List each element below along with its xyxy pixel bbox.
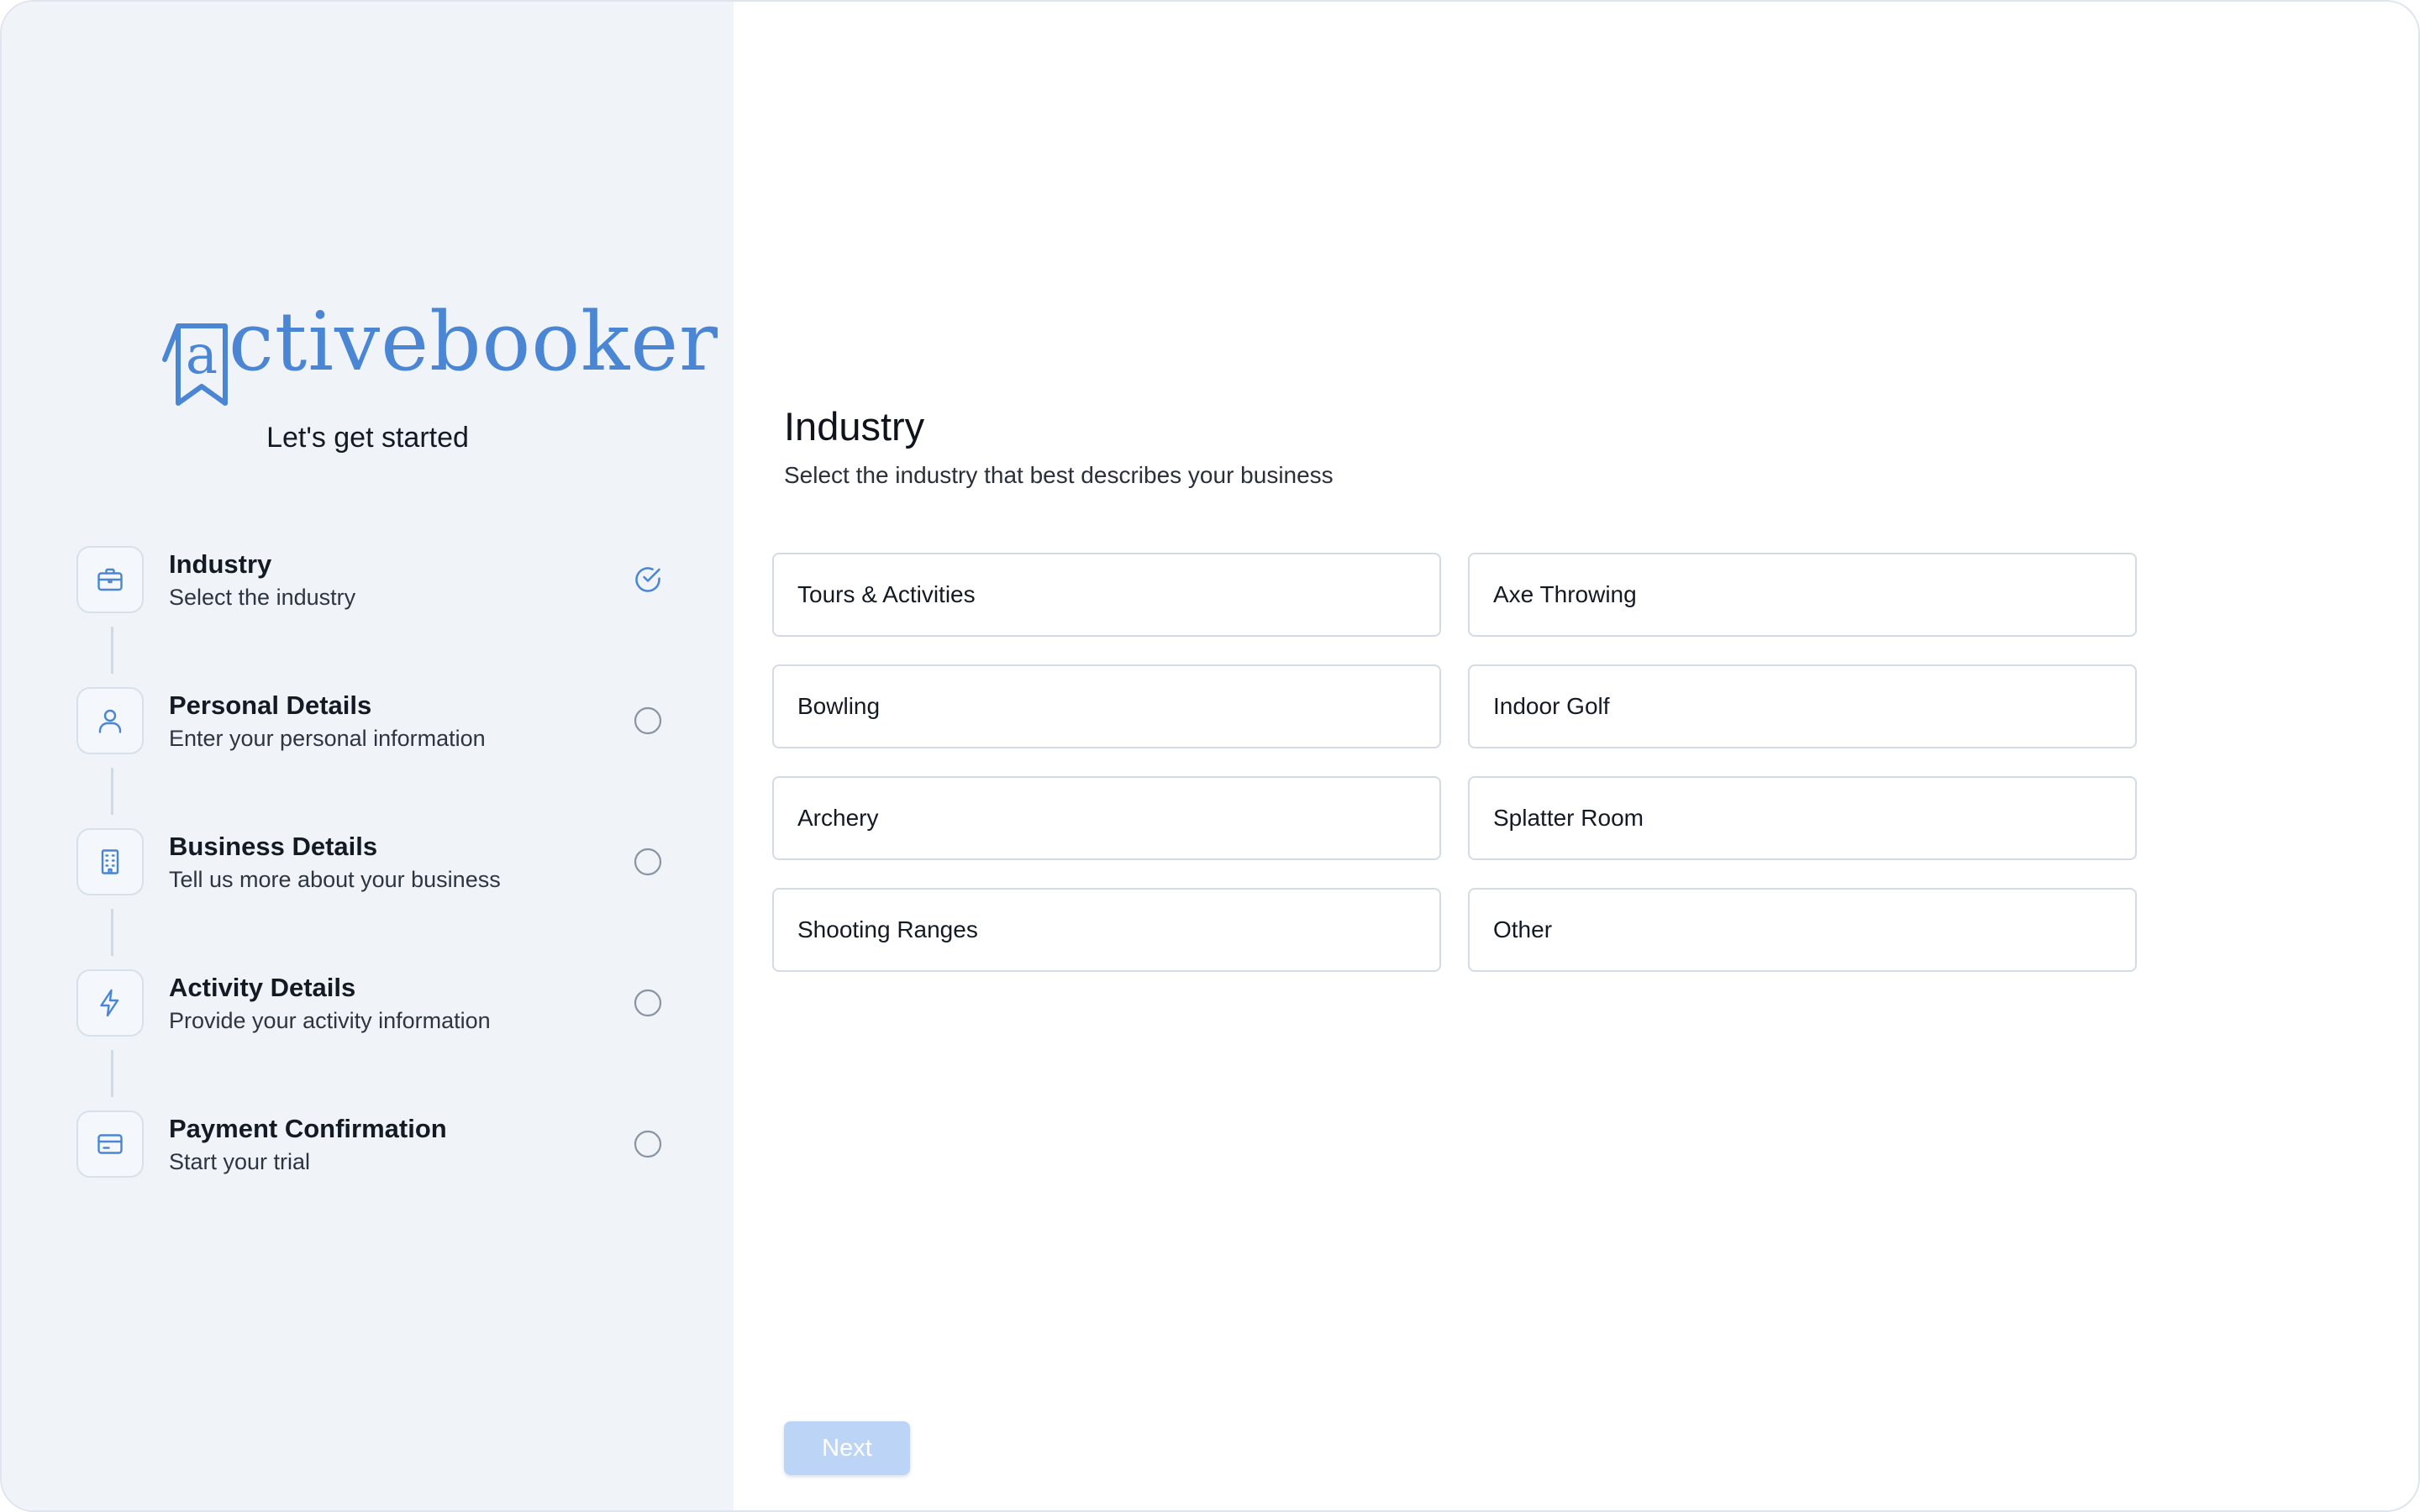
step-subtitle: Select the industry (169, 585, 356, 610)
option-label: Splatter Room (1493, 805, 1644, 831)
step-icon-box (76, 687, 144, 754)
step-icon-box (76, 969, 144, 1037)
step-icon-box (76, 546, 144, 613)
step-personal-details[interactable]: Personal Details Enter your personal inf… (76, 687, 673, 756)
industry-option-indoor-golf[interactable]: Indoor Golf (1468, 664, 2137, 748)
option-label: Indoor Golf (1493, 693, 1610, 719)
step-subtitle: Tell us more about your business (169, 867, 501, 892)
option-label: Tours & Activities (797, 581, 976, 607)
step-connector (111, 1050, 113, 1097)
check-circle-icon (635, 567, 660, 592)
step-industry[interactable]: Industry Select the industry (76, 546, 673, 615)
step-subtitle: Start your trial (169, 1149, 311, 1174)
step-connector (111, 768, 113, 815)
step-activity-details[interactable]: Activity Details Provide your activity i… (76, 969, 673, 1038)
empty-circle-icon (634, 1130, 662, 1158)
industry-option-other[interactable]: Other (1468, 888, 2137, 972)
sidebar: a ctivebooker Let's get started Industry… (2, 2, 734, 1510)
step-title: Payment Confirmation (169, 1114, 447, 1143)
step-payment-confirmation[interactable]: Payment Confirmation Start your trial (76, 1110, 673, 1179)
option-label: Axe Throwing (1493, 581, 1637, 607)
option-label: Bowling (797, 693, 881, 719)
next-button[interactable]: Next (784, 1421, 910, 1475)
industry-option-splatter-room[interactable]: Splatter Room (1468, 776, 2137, 860)
step-title: Personal Details (169, 690, 372, 720)
sidebar-tagline: Let's get started (266, 422, 469, 454)
step-connector (111, 909, 113, 956)
industry-option-tours-activities[interactable]: Tours & Activities (772, 553, 1441, 637)
user-icon (98, 709, 122, 733)
step-connector (111, 627, 113, 674)
step-icon-box (76, 828, 144, 895)
empty-circle-icon (634, 706, 662, 735)
option-label: Shooting Ranges (797, 916, 978, 942)
step-subtitle: Enter your personal information (169, 726, 486, 751)
step-title: Industry (169, 549, 272, 579)
step-icon-box (76, 1110, 144, 1178)
main-content: Industry Select the industry that best d… (734, 2, 2418, 1510)
briefcase-icon (97, 568, 123, 591)
logo-wordmark: ctivebooker (229, 295, 719, 389)
industry-option-axe-throwing[interactable]: Axe Throwing (1468, 553, 2137, 637)
option-label: Archery (797, 805, 879, 831)
onboarding-window: a ctivebooker Let's get started Industry… (0, 0, 2420, 1512)
industry-option-archery[interactable]: Archery (772, 776, 1441, 860)
industry-option-bowling[interactable]: Bowling (772, 664, 1441, 748)
step-business-details[interactable]: Business Details Tell us more about your… (76, 828, 673, 897)
bookmark-a-logo-icon: a (162, 323, 228, 406)
empty-circle-icon (634, 989, 662, 1017)
option-label: Other (1493, 916, 1553, 942)
lightning-icon (100, 989, 119, 1017)
industry-option-shooting-ranges[interactable]: Shooting Ranges (772, 888, 1441, 972)
empty-circle-icon (634, 848, 662, 876)
step-subtitle: Provide your activity information (169, 1008, 491, 1033)
step-title: Activity Details (169, 973, 356, 1002)
page-subtitle: Select the industry that best describes … (784, 462, 1334, 488)
page-title: Industry (784, 404, 925, 449)
building-icon (101, 849, 119, 874)
credit-card-icon (97, 1134, 123, 1154)
svg-text:a: a (186, 324, 218, 386)
activebooker-logo: a ctivebooker (160, 296, 718, 406)
step-title: Business Details (169, 832, 378, 861)
